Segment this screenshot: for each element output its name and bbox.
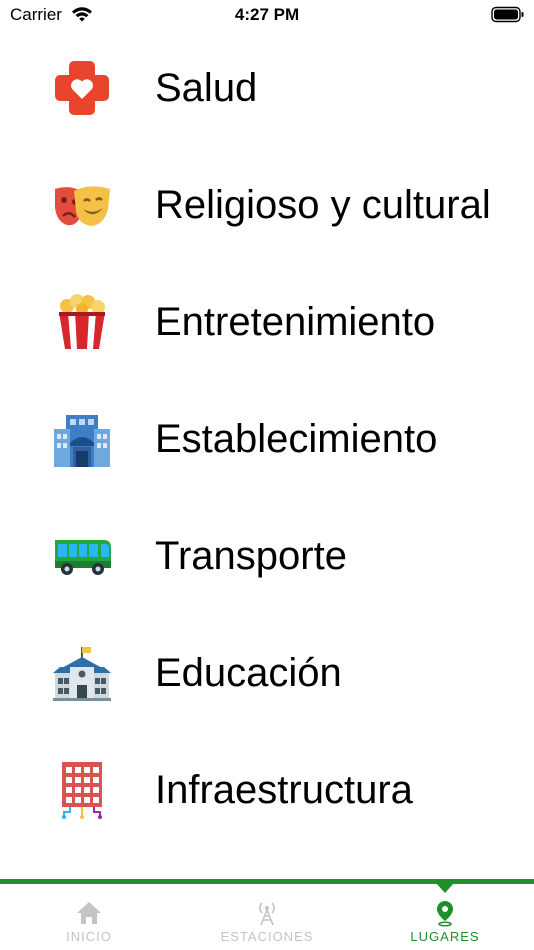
- tab-bar: INICIO ESTACIONES LUGARES: [0, 879, 534, 950]
- home-icon: [75, 899, 103, 927]
- clock: 4:27 PM: [234, 5, 300, 24]
- category-item-salud[interactable]: Salud: [0, 30, 534, 146]
- tab-estaciones[interactable]: ESTACIONES: [178, 884, 356, 950]
- tab-lugares[interactable]: LUGARES: [356, 884, 534, 950]
- category-label: Salud: [155, 66, 258, 110]
- category-item-infraestructura[interactable]: Infraestructura: [0, 732, 534, 848]
- category-label: Establecimiento: [155, 417, 438, 461]
- map-pin-icon: [431, 899, 459, 927]
- category-label: Religioso y cultural: [155, 183, 491, 227]
- antenna-tower-icon: [253, 899, 281, 927]
- category-label: Infraestructura: [155, 768, 413, 812]
- building-icon: [52, 409, 112, 469]
- category-item-religioso-y-cultural[interactable]: Religioso y cultural: [0, 147, 534, 263]
- infrastructure-building-icon: [52, 760, 112, 820]
- popcorn-icon: [52, 292, 112, 352]
- school-icon: [52, 643, 112, 703]
- category-item-transporte[interactable]: Transporte: [0, 498, 534, 614]
- status-bar: Carrier 4:27 PM: [0, 0, 534, 30]
- theater-masks-icon: [52, 175, 112, 235]
- category-item-educacion[interactable]: Educación: [0, 615, 534, 731]
- tab-label: LUGARES: [410, 929, 480, 944]
- category-label: Educación: [155, 651, 342, 695]
- category-item-entretenimiento[interactable]: Entretenimiento: [0, 264, 534, 380]
- health-cross-heart-icon: [52, 58, 112, 118]
- tab-inicio[interactable]: INICIO: [0, 884, 178, 950]
- category-item-establecimiento[interactable]: Establecimiento: [0, 381, 534, 497]
- category-label: Transporte: [155, 534, 347, 578]
- category-label: Entretenimiento: [155, 300, 436, 344]
- active-tab-indicator: [436, 883, 454, 893]
- bus-icon: [52, 526, 112, 586]
- tab-label: INICIO: [66, 929, 112, 944]
- tab-label: ESTACIONES: [220, 929, 314, 944]
- battery-icon: [491, 6, 524, 23]
